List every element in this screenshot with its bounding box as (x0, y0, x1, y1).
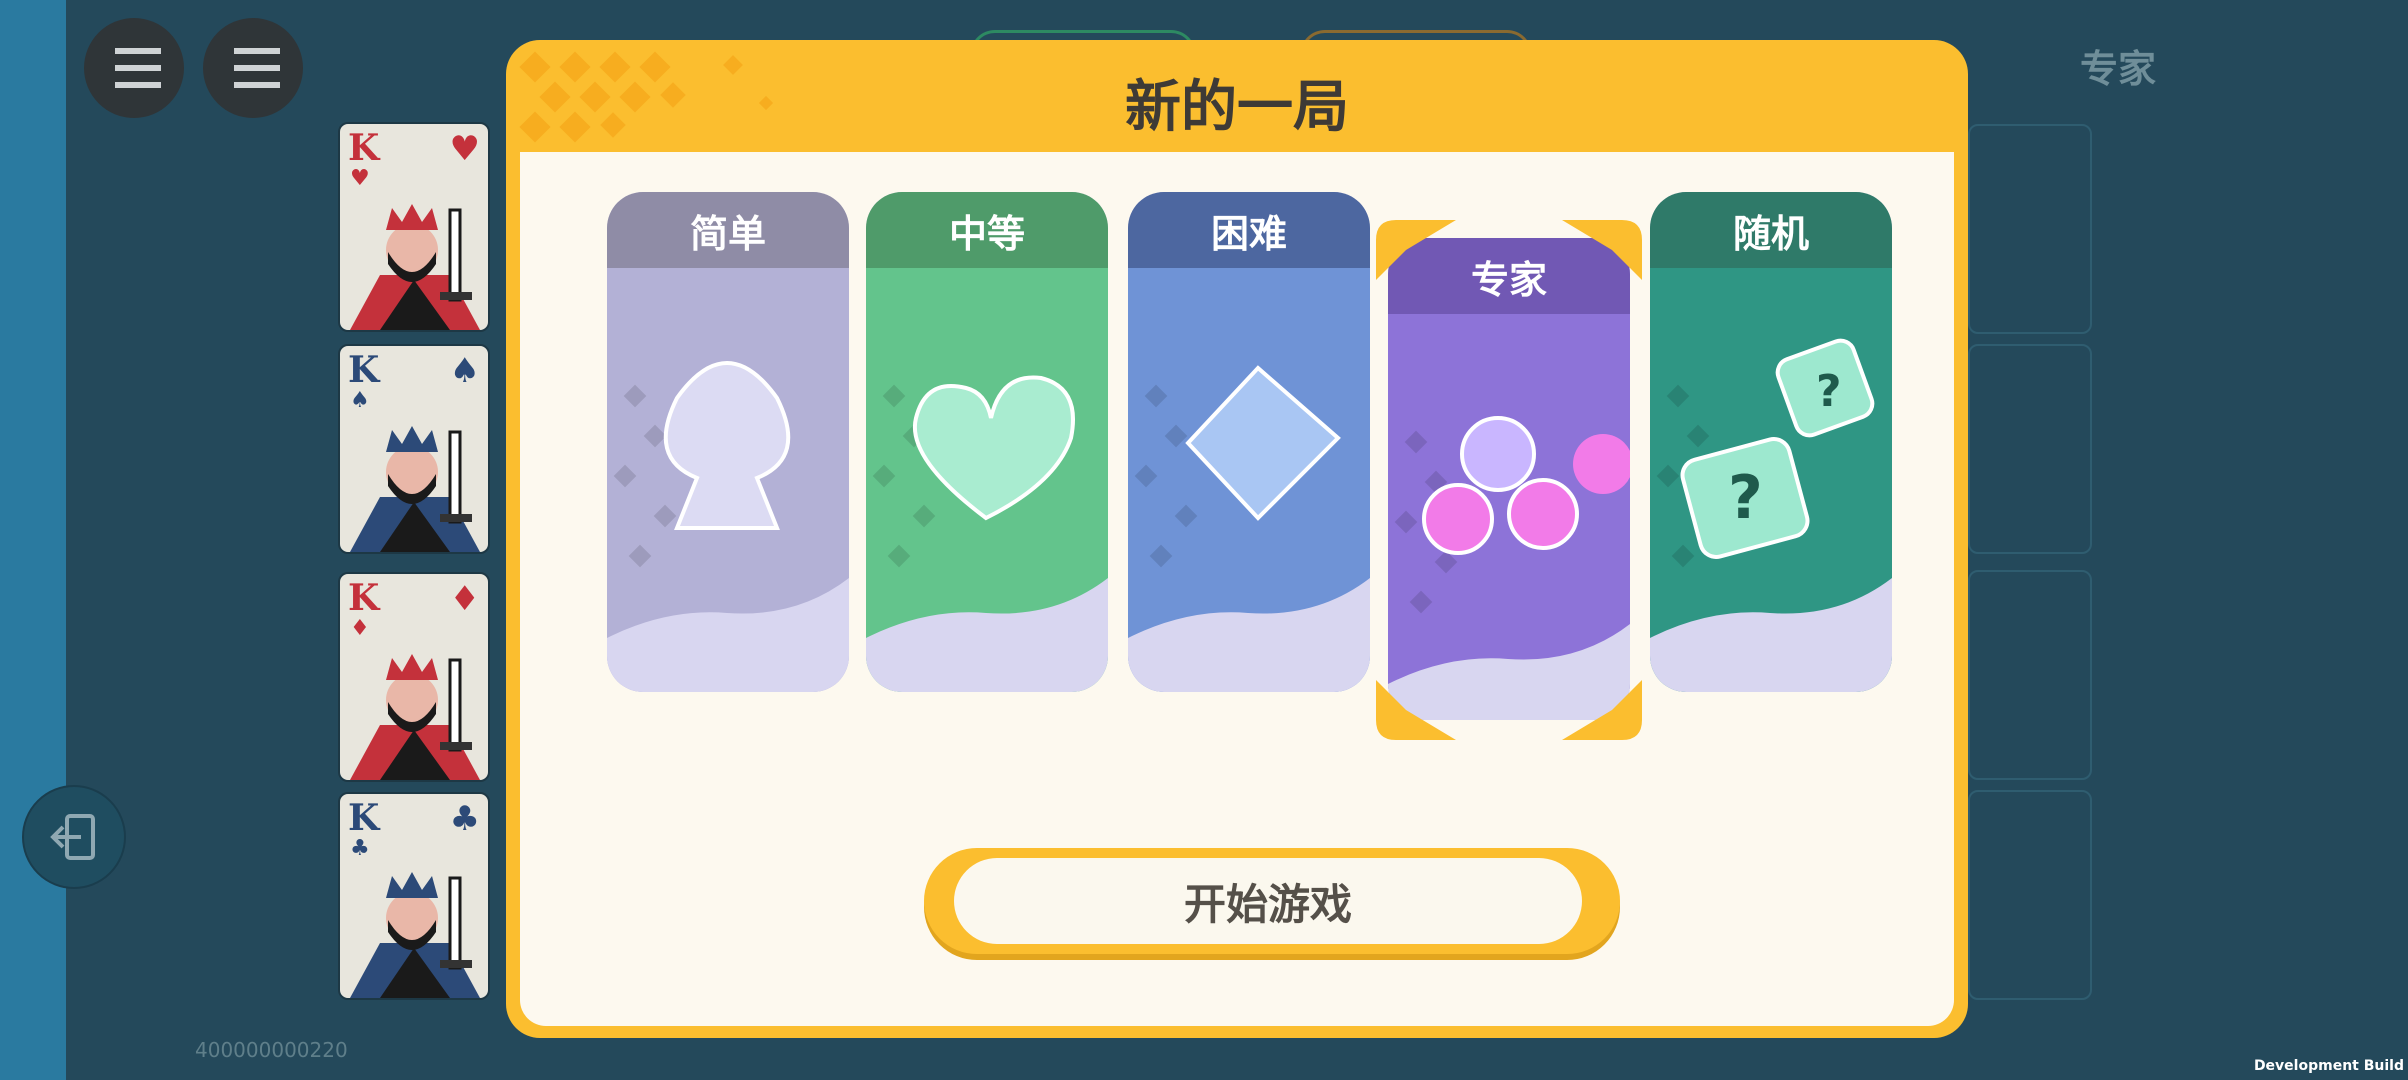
difficulty-option-5[interactable]: 随机?? (1650, 192, 1892, 692)
diamond-icon (1128, 268, 1370, 692)
left-edge-strip (0, 0, 66, 1080)
list-icon (226, 48, 280, 88)
card-suit-big: ♥ (449, 129, 480, 169)
card-suit-big: ♦ (449, 579, 480, 619)
king-card[interactable]: K ♠ ♠ (338, 344, 490, 554)
difficulty-indicator: 专家 (2080, 47, 2157, 91)
difficulty-label: 简单 (607, 192, 849, 268)
difficulty-label: 中等 (866, 192, 1108, 268)
king-illustration (350, 426, 480, 552)
exit-icon (50, 814, 95, 860)
king-card[interactable]: K ♣ ♣ (338, 792, 490, 1000)
seed-number: 400000000220 (195, 1038, 348, 1062)
difficulty-option-2[interactable]: 中等 (866, 192, 1108, 692)
heart-icon (866, 268, 1108, 692)
menu-button-1[interactable] (84, 18, 184, 118)
king-card[interactable]: K ♥ ♥ (338, 122, 490, 332)
dev-build-label: Development Build (2253, 1058, 2404, 1074)
exit-button[interactable] (22, 785, 126, 889)
card-suit-big: ♣ (449, 799, 480, 839)
dice-icon: ?? (1650, 268, 1892, 692)
foundation-slot[interactable] (1968, 344, 2092, 554)
foundation-slot[interactable] (1968, 570, 2092, 780)
svg-text:?: ? (1816, 366, 1842, 417)
game-screen: 专家 K ♥ ♥ K ♠ ♠ K ♦ ♦ K ♣ ♣ 400000000220 Development… (0, 0, 2408, 1080)
list-icon (107, 48, 161, 88)
difficulty-option-3[interactable]: 困难 (1128, 192, 1370, 692)
foundation-slot[interactable] (1968, 790, 2092, 1000)
dialog-title: 新的一局 (1125, 75, 1349, 140)
card-rank: K (348, 797, 380, 839)
card-suit-big: ♠ (449, 351, 480, 391)
card-rank: K (348, 577, 380, 619)
king-illustration (350, 872, 480, 998)
start-game-label: 开始游戏 (954, 858, 1582, 944)
difficulty-option-1[interactable]: 简单 (607, 192, 849, 692)
spade-icon (607, 268, 849, 692)
card-rank: K (348, 127, 380, 169)
start-game-button[interactable]: 开始游戏 (924, 848, 1620, 954)
king-illustration (350, 204, 480, 330)
king-card[interactable]: K ♦ ♦ (338, 572, 490, 782)
menu-button-2[interactable] (203, 18, 303, 118)
difficulty-label: 随机 (1650, 192, 1892, 268)
difficulty-label: 困难 (1128, 192, 1370, 268)
king-illustration (350, 654, 480, 780)
card-rank: K (348, 349, 380, 391)
selection-highlight (1376, 220, 1642, 740)
svg-text:?: ? (1728, 463, 1763, 533)
foundation-slot[interactable] (1968, 124, 2092, 334)
